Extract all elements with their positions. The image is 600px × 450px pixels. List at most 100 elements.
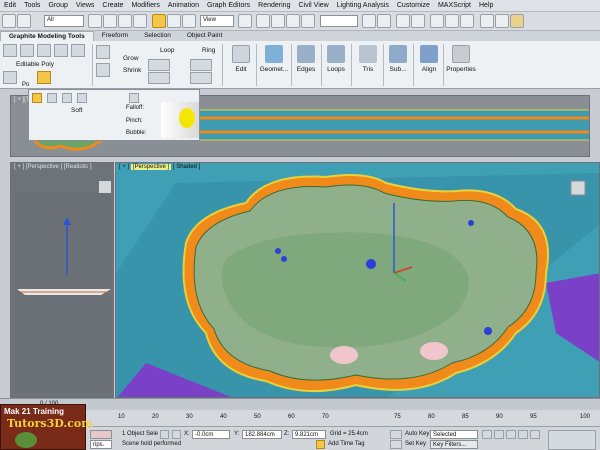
pencil-icon[interactable]	[32, 93, 42, 103]
loop-mode-icon[interactable]	[148, 59, 170, 71]
go-to-start-icon[interactable]	[482, 430, 492, 439]
tab-graphite-modeling-tools[interactable]: Graphite Modeling Tools	[0, 31, 94, 41]
window-crossing-icon[interactable]	[133, 14, 147, 28]
angle-snap-icon[interactable]	[271, 14, 285, 28]
set-key-button[interactable]: Set Key	[405, 441, 426, 447]
pivot-center-icon[interactable]	[238, 14, 252, 28]
rect-selection-icon[interactable]	[118, 14, 132, 28]
ring-button[interactable]: Ring	[192, 47, 215, 54]
y-coordinate-input[interactable]: 182.884cm	[242, 430, 282, 439]
element-mode-icon[interactable]	[3, 71, 17, 84]
viewcube-icon[interactable]	[570, 180, 586, 196]
key-filters-button[interactable]: Key Filters...	[430, 440, 478, 449]
edit-button[interactable]: Edit	[228, 45, 254, 73]
menu-item-customize[interactable]: Customize	[393, 2, 434, 9]
viewport-navigation-controls[interactable]	[548, 430, 596, 450]
polygon-mode-icon[interactable]	[71, 44, 85, 57]
tab-selection[interactable]: Selection	[136, 31, 179, 41]
undo-icon[interactable]	[2, 14, 16, 28]
tris-button[interactable]: Tris	[355, 45, 381, 73]
menu-item-help[interactable]: Help	[475, 2, 497, 9]
geometry-button[interactable]: Geomet...	[259, 45, 289, 73]
viewport-perspective[interactable]: [ + ] [Perspective ] [ Shaded ]	[115, 162, 600, 398]
menu-item-civil-view[interactable]: Civil View	[294, 2, 332, 9]
grow-button[interactable]: Grow	[114, 55, 139, 62]
polygon-select-icon[interactable]	[37, 71, 51, 84]
menu-item-create[interactable]: Create	[98, 2, 127, 9]
graphite-toggle-icon[interactable]	[411, 14, 425, 28]
add-time-tag[interactable]: Add Time Tag	[328, 441, 365, 447]
shrink-button[interactable]: Shrink	[114, 67, 141, 74]
redo-icon[interactable]	[17, 14, 31, 28]
layer-manager-icon[interactable]	[396, 14, 410, 28]
soft-settings-icon[interactable]	[129, 93, 139, 103]
ring-options-icon[interactable]	[190, 72, 212, 84]
tab-freeform[interactable]: Freeform	[94, 31, 136, 41]
schematic-view-icon[interactable]	[445, 14, 459, 28]
next-frame-icon[interactable]	[518, 430, 528, 439]
loop-options-icon[interactable]	[148, 72, 170, 84]
previous-frame-icon[interactable]	[494, 430, 504, 439]
align-icon[interactable]	[377, 14, 391, 28]
maxscript-listener-input[interactable]	[90, 430, 112, 439]
subdivision-button[interactable]: Sub...	[385, 45, 411, 73]
set-key-icon[interactable]	[390, 440, 402, 449]
edges-button[interactable]: Edges	[293, 45, 319, 73]
curve-editor-icon[interactable]	[430, 14, 444, 28]
vertex-mode-icon[interactable]	[20, 44, 34, 57]
absolute-mode-icon[interactable]	[172, 430, 181, 439]
play-icon[interactable]	[506, 430, 516, 439]
go-to-end-icon[interactable]	[530, 430, 540, 439]
key-mode-icon[interactable]	[390, 430, 402, 439]
paint-select-icon[interactable]	[96, 63, 110, 77]
select-by-name-icon[interactable]	[103, 14, 117, 28]
select-object-icon[interactable]	[88, 14, 102, 28]
render-setup-icon[interactable]	[480, 14, 494, 28]
menu-item-tools[interactable]: Tools	[20, 2, 44, 9]
loops-button[interactable]: Loops	[323, 45, 349, 73]
named-selection-input[interactable]	[320, 15, 358, 27]
maxscript-output[interactable]: rips.	[90, 440, 112, 449]
key-set-dropdown[interactable]: Selected	[430, 430, 478, 439]
tab-object-paint[interactable]: Object Paint	[179, 31, 230, 41]
menu-item-edit[interactable]: Edit	[0, 2, 20, 9]
revert-icon[interactable]	[77, 93, 87, 103]
border-mode-icon[interactable]	[54, 44, 68, 57]
menu-item-animation[interactable]: Animation	[164, 2, 203, 9]
scale-icon[interactable]	[182, 14, 196, 28]
rotate-icon[interactable]	[167, 14, 181, 28]
menu-item-modifiers[interactable]: Modifiers	[127, 2, 163, 9]
properties-button[interactable]: Properties	[445, 45, 477, 73]
reference-coordinate-dropdown[interactable]: View	[200, 15, 234, 27]
material-editor-icon[interactable]	[460, 14, 474, 28]
loop-button[interactable]: Loop	[150, 47, 174, 54]
menu-item-views[interactable]: Views	[72, 2, 99, 9]
render-teapot-icon[interactable]	[510, 14, 524, 28]
viewport-left[interactable]: [ + ] [Perspective ] [Realistic ]	[10, 162, 114, 398]
rendered-frame-icon[interactable]	[495, 14, 509, 28]
selection-filter-dropdown[interactable]: All	[44, 15, 84, 27]
edge-mode-icon[interactable]	[37, 44, 51, 57]
z-coordinate-input[interactable]: 9.821cm	[292, 430, 326, 439]
mirror-icon[interactable]	[362, 14, 376, 28]
ring-mode-icon[interactable]	[190, 59, 212, 71]
snap-icon[interactable]	[256, 14, 270, 28]
lock-selection-icon[interactable]	[160, 430, 169, 439]
menu-item-maxscript[interactable]: MAXScript	[434, 2, 475, 9]
menu-item-graph-editors[interactable]: Graph Editors	[203, 2, 254, 9]
percent-snap-icon[interactable]	[286, 14, 300, 28]
auto-key-button[interactable]: Auto Key	[405, 431, 429, 437]
modify-mode-icon[interactable]	[3, 44, 17, 57]
blur-icon[interactable]	[62, 93, 72, 103]
spinner-snap-icon[interactable]	[301, 14, 315, 28]
align-button[interactable]: Align	[416, 45, 442, 73]
select-icon[interactable]	[96, 45, 110, 59]
menu-item-group[interactable]: Group	[44, 2, 71, 9]
time-slider[interactable]: 0 / 100	[0, 398, 600, 410]
menu-item-lighting-analysis[interactable]: Lighting Analysis	[333, 2, 393, 9]
menu-item-rendering[interactable]: Rendering	[254, 2, 294, 9]
time-tag-icon[interactable]	[316, 440, 325, 449]
paint-icon[interactable]	[47, 93, 57, 103]
move-icon[interactable]	[152, 14, 166, 28]
x-coordinate-input[interactable]: -0.0cm	[192, 430, 230, 439]
